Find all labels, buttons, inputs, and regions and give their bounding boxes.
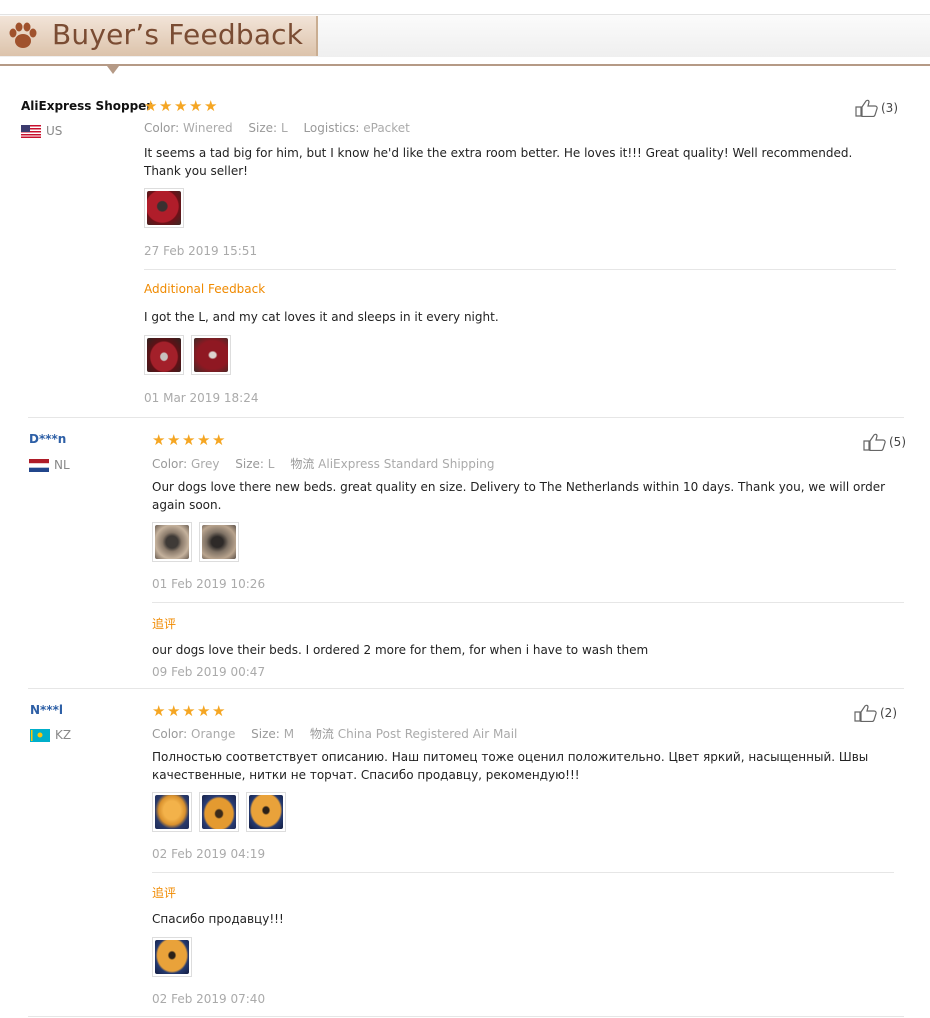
buyer-country: NL — [29, 458, 70, 472]
attr-value: L — [267, 457, 275, 471]
star-icon: ★ — [144, 97, 158, 115]
like-count: (2) — [880, 706, 897, 720]
like-count: (5) — [889, 435, 906, 449]
review-photo[interactable] — [199, 522, 239, 562]
attr-value: M — [283, 727, 295, 741]
header-caret — [107, 66, 119, 74]
review-text: Our dogs love there new beds. great qual… — [152, 480, 886, 512]
product-attributes: Color: Grey Size: L 物流 AliExpress Standa… — [152, 455, 506, 472]
additional-photos — [144, 335, 238, 375]
additional-feedback-label: 追评 — [152, 886, 177, 900]
thumbs-up-icon — [855, 99, 878, 117]
like-button[interactable]: (2) — [854, 704, 897, 722]
divider — [152, 872, 894, 873]
star-rating: ★ ★ ★ ★ ★ — [144, 97, 219, 115]
attr-key: 物流 — [290, 457, 315, 471]
review-text: Полностью соответствует описанию. Наш пи… — [152, 750, 869, 782]
additional-photos — [152, 937, 199, 977]
star-icon: ★ — [189, 97, 203, 115]
review-text: It seems a tad big for him, but I know h… — [144, 146, 853, 178]
like-button[interactable]: (3) — [855, 99, 898, 117]
review-photo[interactable] — [199, 792, 239, 832]
attr-key: Color: — [144, 121, 180, 135]
review-photo[interactable] — [144, 188, 184, 228]
additional-feedback-text: our dogs love their beds. I ordered 2 mo… — [152, 643, 649, 657]
attr-value: China Post Registered Air Mail — [337, 727, 518, 741]
star-icon: ★ — [212, 431, 226, 449]
attr-key: 物流 — [309, 727, 334, 741]
review-divider — [28, 1016, 904, 1017]
divider — [144, 269, 896, 270]
star-icon: ★ — [167, 702, 181, 720]
attr-key: Color: — [152, 727, 188, 741]
attr-key: Color: — [152, 457, 188, 471]
star-icon: ★ — [197, 431, 211, 449]
us-flag-icon — [21, 124, 41, 138]
star-icon: ★ — [152, 702, 166, 720]
product-attributes: Color: Orange Size: M 物流 China Post Regi… — [152, 725, 529, 742]
star-icon: ★ — [182, 431, 196, 449]
buyer-name: AliExpress Shopper — [21, 99, 153, 113]
attr-value: AliExpress Standard Shipping — [318, 457, 495, 471]
country-code: KZ — [55, 728, 72, 742]
attr-value: Orange — [191, 727, 236, 741]
review-date: 02 Feb 2019 04:19 — [152, 847, 266, 861]
section-title: Buyer’s Feedback — [52, 18, 304, 51]
review-photos — [152, 792, 293, 832]
country-code: US — [46, 124, 63, 138]
star-icon: ★ — [159, 97, 173, 115]
like-button[interactable]: (5) — [863, 433, 906, 451]
star-icon: ★ — [204, 97, 218, 115]
star-rating: ★ ★ ★ ★ ★ — [152, 702, 227, 720]
like-count: (3) — [881, 101, 898, 115]
country-code: NL — [54, 458, 70, 472]
star-rating: ★ ★ ★ ★ ★ — [152, 431, 227, 449]
buyer-name[interactable]: N***l — [30, 703, 63, 717]
additional-feedback-label: Additional Feedback — [144, 282, 266, 296]
review-photo[interactable] — [152, 937, 192, 977]
additional-feedback-text: I got the L, and my cat loves it and sle… — [144, 310, 499, 324]
star-icon: ★ — [212, 702, 226, 720]
review-photo[interactable] — [144, 335, 184, 375]
review-photo[interactable] — [152, 522, 192, 562]
divider — [152, 602, 904, 603]
star-icon: ★ — [182, 702, 196, 720]
star-icon: ★ — [152, 431, 166, 449]
nl-flag-icon — [29, 458, 49, 472]
attr-value: L — [280, 121, 288, 135]
review-photo[interactable] — [246, 792, 286, 832]
additional-feedback-label: 追评 — [152, 617, 177, 631]
paw-icon — [9, 22, 37, 48]
attr-key: Logistics: — [303, 121, 360, 135]
additional-feedback-date: 01 Mar 2019 18:24 — [144, 391, 259, 405]
buyer-country: KZ — [30, 728, 71, 742]
buyer-country: US — [21, 124, 62, 138]
attr-value: ePacket — [363, 121, 410, 135]
review-photo[interactable] — [152, 792, 192, 832]
header-rule — [0, 64, 930, 66]
additional-feedback-text: Спасибо продавцу!!! — [152, 912, 284, 926]
review-photos — [152, 522, 246, 562]
attr-key: Size: — [235, 457, 264, 471]
thumbs-up-icon — [854, 704, 877, 722]
buyer-name[interactable]: D***n — [29, 432, 66, 446]
star-icon: ★ — [167, 431, 181, 449]
additional-feedback-date: 02 Feb 2019 07:40 — [152, 992, 266, 1006]
attr-key: Size: — [251, 727, 280, 741]
attr-key: Size: — [248, 121, 278, 135]
review-date: 27 Feb 2019 15:51 — [144, 244, 258, 258]
attr-value: Grey — [191, 457, 220, 471]
kz-flag-icon — [30, 728, 50, 742]
review-photos — [144, 188, 191, 228]
review-date: 01 Feb 2019 10:26 — [152, 577, 266, 591]
review-divider — [28, 688, 904, 689]
review-divider — [28, 417, 904, 418]
thumbs-up-icon — [863, 433, 886, 451]
star-icon: ★ — [174, 97, 188, 115]
product-attributes: Color: Winered Size: L Logistics: ePacke… — [144, 121, 422, 135]
review-photo[interactable] — [191, 335, 231, 375]
additional-feedback-date: 09 Feb 2019 00:47 — [152, 665, 266, 679]
attr-value: Winered — [183, 121, 233, 135]
star-icon: ★ — [197, 702, 211, 720]
